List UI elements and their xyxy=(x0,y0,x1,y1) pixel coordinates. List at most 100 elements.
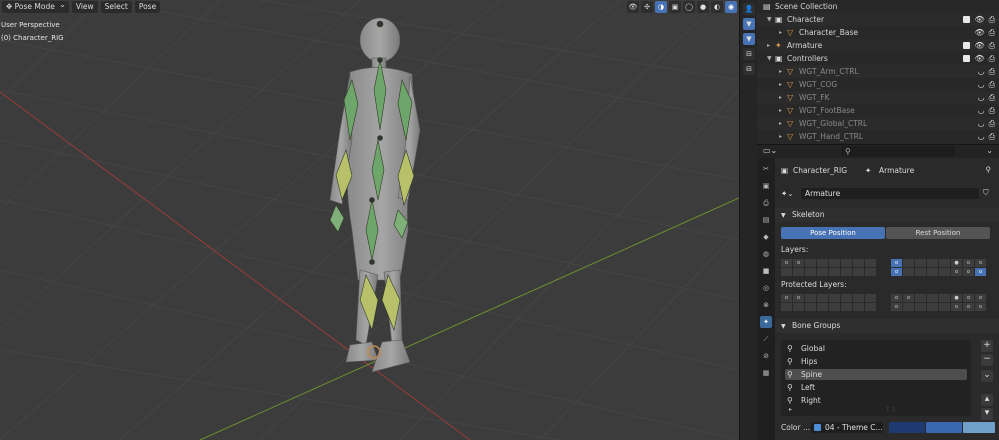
bone-group-specials-button[interactable]: ⌄ xyxy=(981,370,993,382)
expand-triangle-icon[interactable]: ▸ xyxy=(767,39,770,52)
scene-tab-icon[interactable]: ◆ xyxy=(760,231,772,243)
expand-triangle-icon[interactable]: ▸ xyxy=(779,117,782,130)
expand-triangle-icon[interactable]: ▸ xyxy=(779,65,782,78)
protected-layers-left[interactable]: oo xyxy=(781,294,876,311)
filter-icon-2[interactable]: ⊟ xyxy=(743,63,755,75)
constraints-tab-icon[interactable]: ⊗ xyxy=(760,299,772,311)
editor-type-icon[interactable]: ▭⌄ xyxy=(763,146,777,155)
hidden-eye-icon[interactable]: ◡ xyxy=(978,117,985,130)
add-bone-group-button[interactable]: + xyxy=(981,340,993,352)
normal-color-swatch[interactable] xyxy=(889,422,925,433)
expand-triangle-icon[interactable]: ▸ xyxy=(779,26,782,39)
toggle-down-icon[interactable]: ▼ xyxy=(743,18,755,30)
render-camera-icon[interactable]: ⎙ xyxy=(989,65,995,78)
object-tab-icon[interactable]: ■ xyxy=(760,265,772,277)
render-tab-icon[interactable]: ▣ xyxy=(760,180,772,192)
render-camera-icon[interactable]: ⎙ xyxy=(989,26,995,39)
outliner-row[interactable]: ▸ ▽ Character_Base 👁 ⎙ xyxy=(757,26,999,39)
tool-tab-icon[interactable]: ✂ xyxy=(760,163,772,175)
view-object-types-icon[interactable]: 👁 xyxy=(627,1,639,13)
armature-name-field[interactable]: Armature xyxy=(801,188,979,199)
physics-tab-icon[interactable]: ◎ xyxy=(760,282,772,294)
toggle-down-icon-2[interactable]: ▼ xyxy=(743,33,755,45)
outliner-row[interactable]: ▼ ▣ Controllers 👁 ⎙ xyxy=(757,52,999,65)
color-set-dropdown[interactable]: 04 - Theme C... xyxy=(811,422,883,433)
rendered-shading-icon[interactable]: ◉ xyxy=(725,1,737,13)
list-resize-grip-icon[interactable]: ⋮⋮ xyxy=(885,406,897,413)
options-chevron-icon[interactable]: ⌄ xyxy=(986,146,993,155)
outliner-row[interactable]: ▸ ▽ WGT_FootBase ◡ ⎙ xyxy=(757,104,999,117)
hidden-eye-icon[interactable]: ◡ xyxy=(978,65,985,78)
eye-icon[interactable]: 👁 xyxy=(974,13,984,26)
skeleton-panel-header[interactable]: ▼ Skeleton xyxy=(775,208,999,222)
select-menu[interactable]: Select xyxy=(100,1,132,13)
texture-tab-icon[interactable]: ▦ xyxy=(760,367,772,379)
expand-triangle-icon[interactable]: ▸ xyxy=(779,91,782,104)
hidden-eye-icon[interactable]: ◡ xyxy=(978,78,985,91)
output-tab-icon[interactable]: ⎙ xyxy=(760,197,772,209)
exclude-checkbox[interactable] xyxy=(963,16,971,23)
filter-icon[interactable]: ⊟ xyxy=(743,48,755,60)
active-color-swatch[interactable] xyxy=(963,422,995,433)
armature-layers-right[interactable]: o ● o o oooo xyxy=(891,259,986,276)
expand-triangle-icon[interactable]: ▸ xyxy=(779,104,782,117)
view-menu[interactable]: View xyxy=(71,1,98,13)
render-camera-icon[interactable]: ⎙ xyxy=(989,91,995,104)
rest-position-button[interactable]: Rest Position xyxy=(886,227,990,239)
outliner-row[interactable]: ▸ ✦ Armature 👁 ⎙ xyxy=(757,39,999,52)
remove-bone-group-button[interactable]: − xyxy=(981,354,993,366)
exclude-checkbox[interactable] xyxy=(963,55,971,62)
list-expand-triangle-icon[interactable]: ▸ xyxy=(789,406,792,413)
render-camera-icon[interactable]: ⎙ xyxy=(989,52,995,65)
fake-user-shield-icon[interactable]: ⛉ xyxy=(983,188,989,198)
mode-dropdown[interactable]: ✥ Pose Mode xyxy=(2,0,69,13)
protected-layers-right[interactable]: o o ● o o oooo xyxy=(891,294,986,311)
hidden-eye-icon[interactable]: ◡ xyxy=(978,130,985,143)
render-camera-icon[interactable]: ⎙ xyxy=(989,13,995,26)
expand-triangle-icon[interactable]: ▼ xyxy=(767,52,772,65)
bone-constraints-tab-icon[interactable]: ⊘ xyxy=(760,350,772,362)
move-up-button[interactable]: ▴ xyxy=(981,394,993,406)
bone-groups-panel-header[interactable]: ▼ Bone Groups xyxy=(775,319,999,333)
bone-tab-icon[interactable]: ⟋ xyxy=(760,333,772,345)
render-camera-icon[interactable]: ⎙ xyxy=(989,130,995,143)
eye-icon[interactable]: 👁 xyxy=(974,26,984,39)
overlays-toggle-icon[interactable]: ◑ xyxy=(655,1,667,13)
material-preview-icon[interactable]: ◐ xyxy=(711,1,723,13)
outliner-row[interactable]: ▸ ▽ WGT_COG ◡ ⎙ xyxy=(757,78,999,91)
hidden-eye-icon[interactable]: ◡ xyxy=(978,104,985,117)
wireframe-shading-icon[interactable]: ◯ xyxy=(683,1,695,13)
eye-icon[interactable]: 👁 xyxy=(974,39,984,52)
outliner-row[interactable]: ▸ ▽ WGT_Hand_CTRL ◡ ⎙ xyxy=(757,130,999,143)
expand-triangle-icon[interactable]: ▼ xyxy=(767,13,772,26)
xray-toggle-icon[interactable]: ▣ xyxy=(669,1,681,13)
solid-shading-icon[interactable]: ● xyxy=(697,1,709,13)
bone-group-item[interactable]: ⚲ Global xyxy=(785,343,967,354)
world-tab-icon[interactable]: ◍ xyxy=(760,248,772,260)
select-color-swatch[interactable] xyxy=(926,422,962,433)
outliner-row[interactable]: ▸ ▽ WGT_FK ◡ ⎙ xyxy=(757,91,999,104)
render-camera-icon[interactable]: ⎙ xyxy=(989,39,995,52)
pose-menu[interactable]: Pose xyxy=(134,1,161,13)
outliner-row[interactable]: ▸ ▽ WGT_Arm_CTRL ◡ ⎙ xyxy=(757,65,999,78)
camera-view-icon[interactable]: 👤 xyxy=(743,3,755,15)
armature-layers-left[interactable]: oo xyxy=(781,259,876,276)
hidden-eye-icon[interactable]: ◡ xyxy=(978,91,985,104)
data-browse-icon[interactable]: ✦⌄ xyxy=(781,189,794,198)
bone-group-item[interactable]: ⚲ Left xyxy=(785,382,967,393)
bone-group-item-selected[interactable]: ⚲ Spine xyxy=(785,369,967,380)
exclude-checkbox[interactable] xyxy=(963,42,971,49)
outliner-row[interactable]: ▤ Scene Collection xyxy=(757,0,999,13)
pose-position-button[interactable]: Pose Position xyxy=(781,227,885,239)
gizmo-toggle-icon[interactable]: ✣ xyxy=(641,1,653,13)
bone-group-item[interactable]: ⚲ Hips xyxy=(785,356,967,367)
render-camera-icon[interactable]: ⎙ xyxy=(989,117,995,130)
view-layer-tab-icon[interactable]: ▤ xyxy=(760,214,772,226)
outliner-row[interactable]: ▸ ▽ WGT_Global_CTRL ◡ ⎙ xyxy=(757,117,999,130)
render-camera-icon[interactable]: ⎙ xyxy=(989,104,995,117)
outliner-row[interactable]: ▼ ▣ Character 👁 ⎙ xyxy=(757,13,999,26)
eye-icon[interactable]: 👁 xyxy=(974,52,984,65)
expand-triangle-icon[interactable]: ▸ xyxy=(779,78,782,91)
3d-viewport[interactable]: ✥ Pose Mode View Select Pose 👁 ✣ ◑ ▣ ◯ ●… xyxy=(0,0,739,440)
pin-icon[interactable]: ⚲ xyxy=(986,165,992,174)
